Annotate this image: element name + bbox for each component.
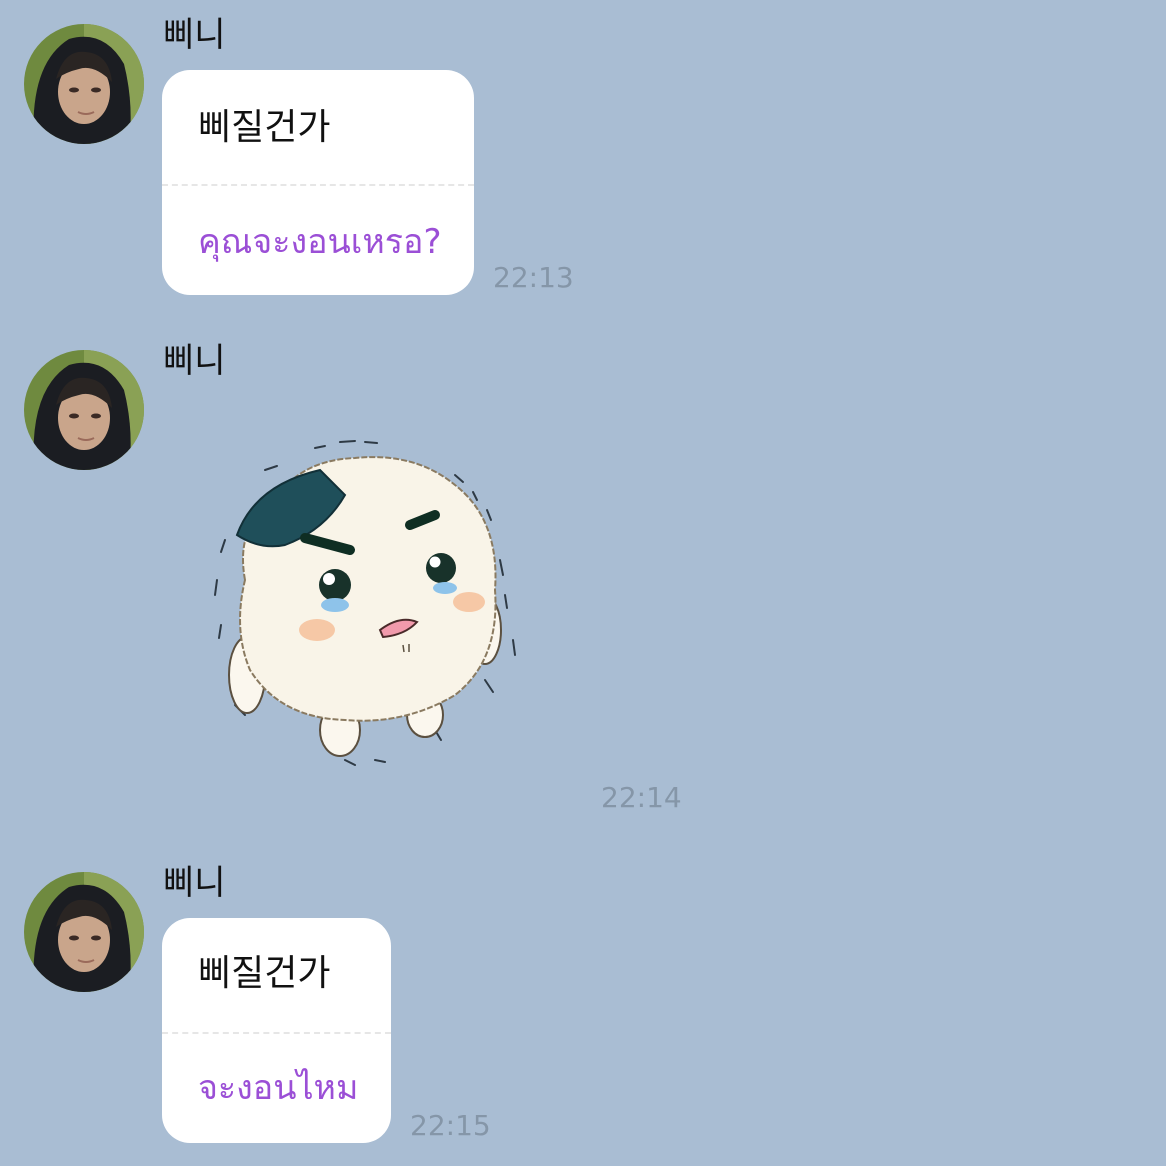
profile-photo-icon <box>24 872 144 992</box>
profile-photo-icon <box>24 24 144 144</box>
translation-text: จะงอนไหม <box>198 1068 359 1108</box>
message-text: 삐질건가 <box>198 953 331 994</box>
message-bubble[interactable]: 삐질건가 คุณจะงอนเหรอ? <box>162 70 474 295</box>
message-timestamp: 22:14 <box>601 781 682 814</box>
translation-divider <box>162 1032 391 1034</box>
message-text: 삐질건가 <box>198 107 331 148</box>
translation-divider <box>162 184 474 186</box>
sender-name: 삐니 <box>163 15 226 55</box>
crying-rice-ball-sticker-icon[interactable] <box>205 430 535 775</box>
avatar[interactable] <box>24 350 144 470</box>
translation-text: คุณจะงอนเหรอ? <box>198 222 442 262</box>
avatar[interactable] <box>24 24 144 144</box>
message-timestamp: 22:13 <box>493 261 574 294</box>
avatar[interactable] <box>24 872 144 992</box>
message-bubble[interactable]: 삐질건가 จะงอนไหม <box>162 918 391 1143</box>
message-timestamp: 22:15 <box>410 1109 491 1142</box>
sender-name: 삐니 <box>163 341 226 381</box>
sender-name: 삐니 <box>163 863 226 903</box>
profile-photo-icon <box>24 350 144 470</box>
